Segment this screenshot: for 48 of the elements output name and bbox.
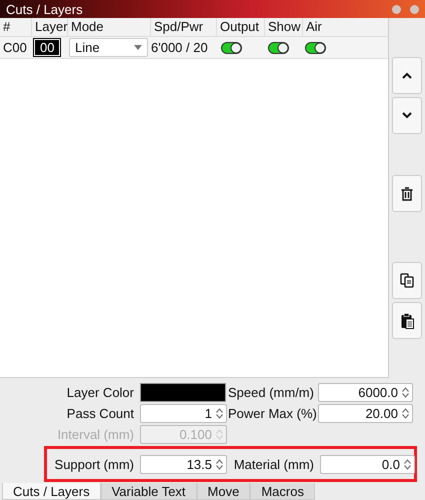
- stepper-icon: [402, 408, 409, 419]
- column-header: #: [0, 18, 32, 36]
- field-label: Pass Count: [66, 406, 134, 421]
- copy-button[interactable]: [392, 262, 422, 299]
- clipboard-icon: [400, 312, 414, 328]
- field-label: Interval (mm): [56, 427, 134, 442]
- column-header: Spd/Pwr: [151, 18, 217, 36]
- spin-field[interactable]: 1: [140, 404, 227, 423]
- caret-icon: [134, 45, 142, 50]
- layer-number[interactable]: 00: [34, 39, 60, 56]
- column-header: Show: [265, 18, 303, 36]
- mode-dropdown[interactable]: Line: [69, 38, 148, 57]
- paste-button[interactable]: [392, 302, 422, 339]
- spin-field[interactable]: 0.0: [320, 454, 415, 474]
- trash-icon: [401, 186, 414, 200]
- field-label: Speed (mm/m): [228, 385, 312, 400]
- spin-field[interactable]: 13.5: [140, 454, 227, 474]
- column-header: Mode: [68, 18, 151, 36]
- stepper-icon: [402, 387, 409, 398]
- show-toggle[interactable]: [268, 42, 289, 54]
- color-swatch[interactable]: [140, 383, 226, 402]
- spin-field[interactable]: 6000.0: [318, 383, 413, 402]
- window-title: Cuts / Layers: [6, 2, 83, 16]
- stepper-icon: [404, 458, 411, 470]
- up-button[interactable]: [392, 57, 422, 94]
- tab[interactable]: Cuts / Layers: [2, 483, 101, 500]
- tab[interactable]: Variable Text: [100, 483, 197, 500]
- table-cell-text: 6'000 / 20: [150, 40, 209, 55]
- air-toggle[interactable]: [305, 42, 326, 54]
- delete-button[interactable]: [392, 175, 422, 212]
- spin-field[interactable]: 20.00: [318, 404, 413, 423]
- column-header: Air: [305, 18, 323, 36]
- tab[interactable]: Macros: [250, 483, 315, 500]
- chevron-up-icon: [402, 72, 412, 79]
- column-header: Layer: [32, 18, 68, 36]
- column-header: Output: [217, 18, 265, 36]
- down-button[interactable]: [392, 97, 422, 134]
- field-label: Layer Color: [66, 385, 134, 400]
- field-label: Support (mm): [54, 456, 134, 472]
- tab[interactable]: Move: [196, 483, 250, 500]
- chevron-down-icon: [402, 112, 412, 119]
- stepper-icon: [216, 429, 223, 440]
- stepper-icon: [216, 408, 223, 419]
- copy-icon: [400, 273, 414, 288]
- field-label: Material (mm): [232, 456, 314, 472]
- output-toggle[interactable]: [221, 42, 242, 54]
- stepper-icon: [216, 458, 223, 470]
- table-cell-text: C00: [2, 40, 28, 55]
